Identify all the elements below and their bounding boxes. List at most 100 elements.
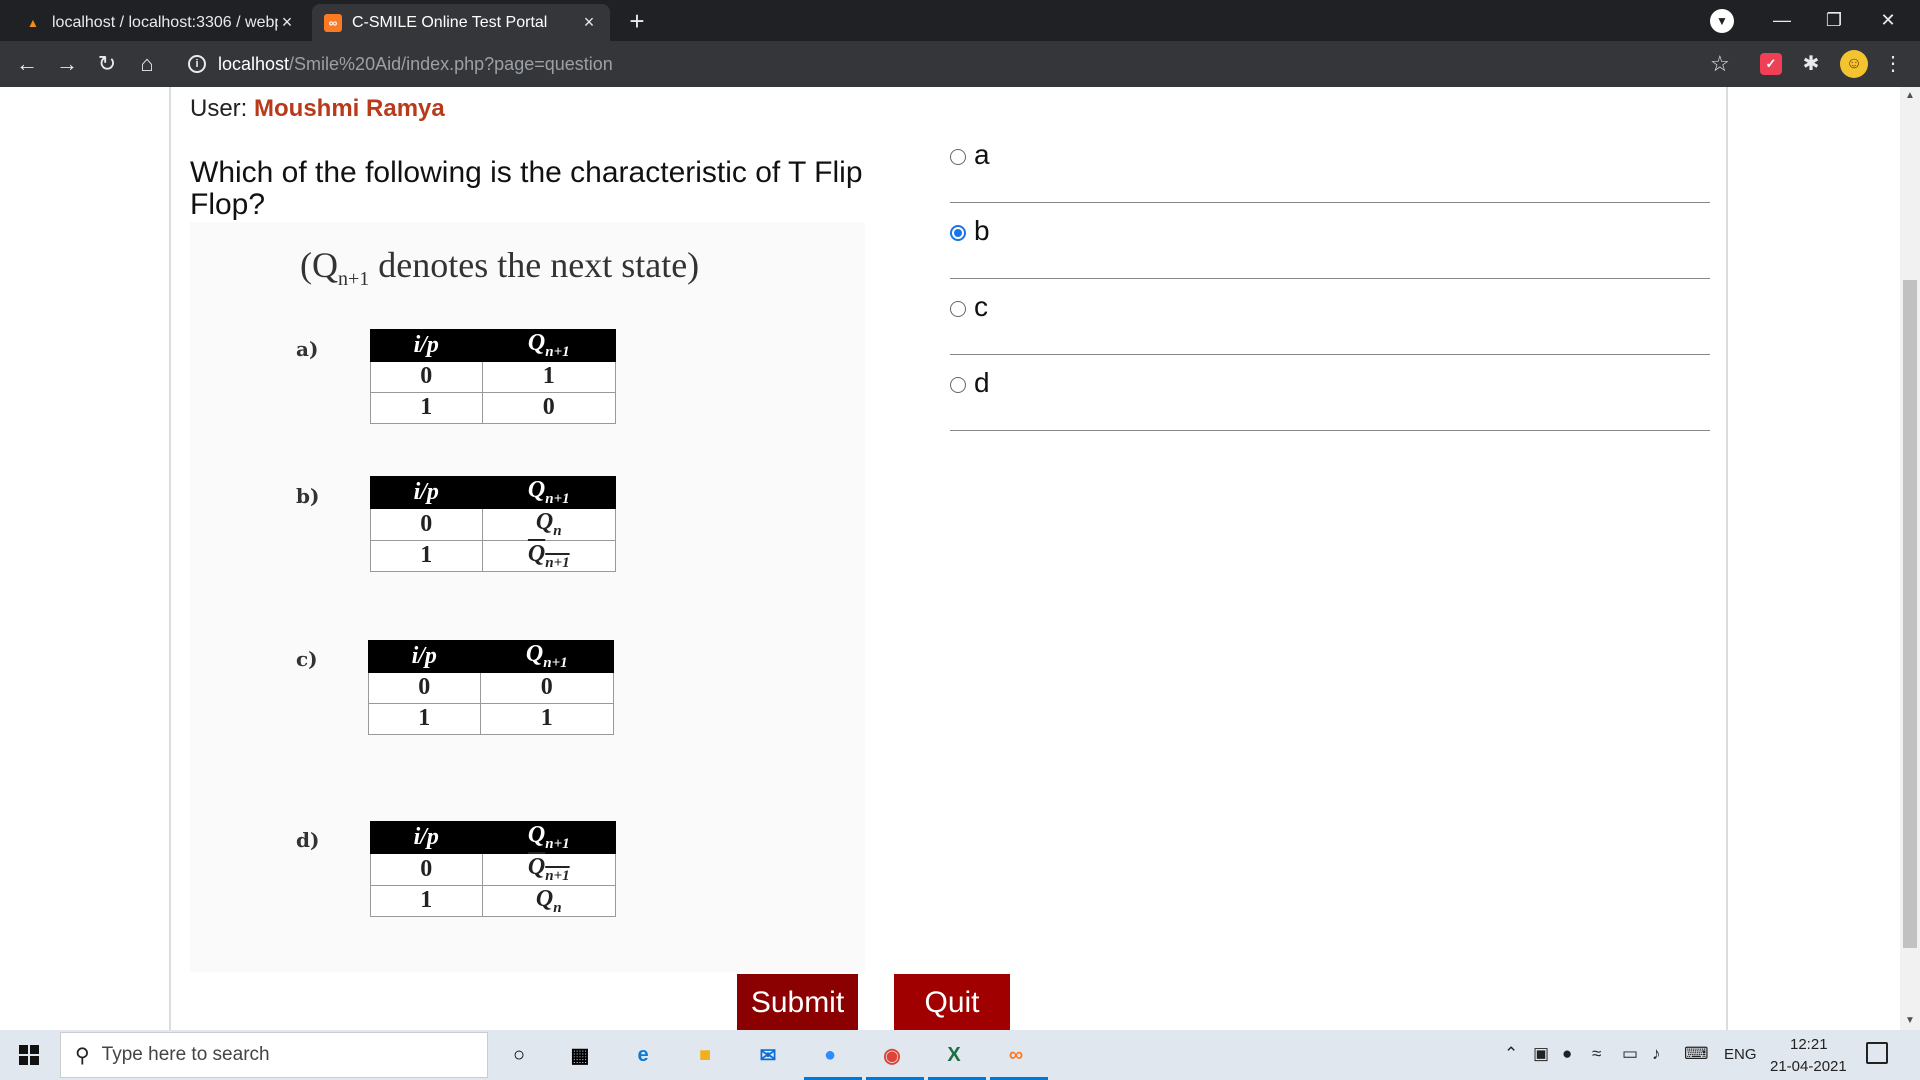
chrome-icon[interactable]: ◉: [875, 1038, 909, 1072]
table-cell: Qn+1: [481, 852, 617, 886]
tab-phpmyadmin[interactable]: ▲ localhost / localhost:3306 / webp ×: [12, 4, 308, 41]
note-subscript: n+1: [338, 268, 370, 291]
start-button[interactable]: [0, 1030, 58, 1080]
restore-button[interactable]: ❐: [1808, 0, 1860, 41]
tray-chevron-icon[interactable]: ⌃: [1504, 1044, 1518, 1064]
scrollbar-thumb[interactable]: [1903, 280, 1917, 948]
notification-icon[interactable]: [1866, 1042, 1888, 1064]
battery-icon[interactable]: ▭: [1622, 1044, 1638, 1064]
phpmyadmin-icon: ▲: [27, 15, 39, 30]
menu-kebab-icon[interactable]: ⋮: [1882, 53, 1904, 75]
table-row: 1 0: [370, 391, 617, 424]
table-header-next-state: Qn+1: [481, 821, 617, 854]
excel-icon[interactable]: X: [937, 1038, 971, 1072]
file-explorer-icon[interactable]: ■: [688, 1038, 722, 1072]
truth-table-c: i/p Qn+1 0 0 1 1: [368, 640, 615, 735]
table-header-next-state: Qn+1: [479, 640, 615, 673]
page-scrollbar[interactable]: ▲ ▼: [1900, 87, 1920, 1030]
language-indicator[interactable]: ENG: [1724, 1046, 1757, 1063]
home-icon[interactable]: ⌂: [132, 49, 162, 79]
edge-icon[interactable]: e: [626, 1038, 660, 1072]
mail-icon[interactable]: ✉: [751, 1038, 785, 1072]
table-cell: 1: [481, 360, 617, 393]
extensions-puzzle-icon[interactable]: ✱: [1800, 53, 1822, 75]
table-header-input: i/p: [370, 329, 483, 362]
table-cell: 0: [481, 391, 617, 424]
user-line: User: Moushmi Ramya: [190, 95, 445, 123]
pocket-extension-icon[interactable]: ✓: [1760, 53, 1782, 75]
table-cell: Qn: [481, 884, 617, 918]
truth-table-b: i/p Qn+1 0 Qn 1 Qn+1: [370, 476, 617, 573]
table-row: 1 Qn+1: [370, 539, 617, 573]
windows-taskbar: ⚲ Type here to search ○ ▦ e ■ ✉ ● ◉ X ∞ …: [0, 1030, 1920, 1080]
url-host: localhost: [218, 53, 290, 74]
image-option-label: b): [296, 484, 320, 508]
taskbar-search-box[interactable]: ⚲ Type here to search: [60, 1032, 488, 1078]
table-cell: 1: [368, 702, 481, 735]
table-row: 1 1: [368, 702, 615, 735]
answer-option-c[interactable]: c: [950, 279, 1710, 355]
forward-arrow-icon[interactable]: →: [52, 49, 82, 79]
table-cell: 1: [370, 539, 483, 573]
task-view-icon[interactable]: ▦: [563, 1038, 597, 1072]
tab-title: localhost / localhost:3306 / webp: [52, 13, 278, 31]
note-text: denotes the next state): [378, 245, 700, 285]
address-bar[interactable]: i localhost /Smile%20Aid/index.php?page=…: [180, 47, 1740, 81]
answer-option-d[interactable]: d: [950, 355, 1710, 431]
xampp-icon: ∞: [324, 13, 342, 32]
close-icon[interactable]: ×: [580, 12, 598, 33]
table-header-input: i/p: [368, 640, 481, 673]
microphone-icon[interactable]: ●: [1562, 1044, 1572, 1064]
scroll-up-icon[interactable]: ▲: [1900, 87, 1920, 105]
table-cell: 0: [370, 852, 483, 886]
keyboard-icon[interactable]: ⌨: [1684, 1044, 1709, 1064]
profile-avatar[interactable]: ☺: [1840, 50, 1868, 78]
answer-option-a[interactable]: a: [950, 127, 1710, 203]
close-window-button[interactable]: ✕: [1862, 0, 1914, 41]
table-header-input: i/p: [370, 821, 483, 854]
clock-time[interactable]: 12:21: [1790, 1036, 1828, 1053]
wifi-icon[interactable]: ≈: [1592, 1044, 1601, 1064]
truth-table-d: i/p Qn+1 0 Qn+1 1 Qn: [370, 821, 617, 918]
browser-tab-strip: ▲ localhost / localhost:3306 / webp × ∞ …: [0, 0, 1920, 41]
windows-logo-icon: [19, 1045, 39, 1065]
radio-button-checked[interactable]: [950, 225, 966, 241]
answer-label: a: [974, 139, 990, 170]
table-cell: 1: [479, 702, 615, 735]
cortana-icon[interactable]: ○: [502, 1038, 536, 1072]
radio-button[interactable]: [950, 377, 966, 393]
clock-date[interactable]: 21-04-2021: [1770, 1058, 1847, 1075]
quit-button[interactable]: Quit: [894, 974, 1010, 1030]
browser-toolbar: ← → ↻ ⌂ i localhost /Smile%20Aid/index.p…: [0, 41, 1920, 87]
answer-label: b: [974, 215, 990, 246]
radio-button[interactable]: [950, 301, 966, 317]
image-option-label: c): [296, 647, 318, 671]
reload-icon[interactable]: ↻: [92, 49, 122, 79]
table-header-input: i/p: [370, 476, 483, 509]
back-arrow-icon[interactable]: ←: [12, 49, 42, 79]
image-option-label: a): [296, 337, 319, 361]
table-cell: Qn+1: [481, 539, 617, 573]
user-name: Moushmi Ramya: [254, 95, 445, 122]
radio-button[interactable]: [950, 149, 966, 165]
next-state-note: (Qn+1 denotes the next state): [300, 244, 699, 291]
panel-divider: [1726, 87, 1728, 1030]
zoom-icon[interactable]: ●: [813, 1038, 847, 1072]
submit-button[interactable]: Submit: [737, 974, 858, 1030]
minimize-button[interactable]: —: [1756, 0, 1808, 41]
meet-now-icon[interactable]: ▣: [1533, 1044, 1549, 1064]
scroll-down-icon[interactable]: ▼: [1900, 1012, 1920, 1030]
answer-label: d: [974, 367, 990, 398]
table-row: 0 Qn+1: [370, 852, 617, 886]
new-tab-button[interactable]: +: [622, 6, 652, 36]
xampp-icon[interactable]: ∞: [999, 1038, 1033, 1072]
close-icon[interactable]: ×: [278, 12, 296, 33]
table-cell: 0: [479, 671, 615, 704]
info-icon[interactable]: i: [188, 55, 206, 73]
table-row: 0 Qn: [370, 507, 617, 541]
answer-option-b[interactable]: b: [950, 203, 1710, 279]
volume-icon[interactable]: ♪: [1652, 1044, 1661, 1064]
download-icon[interactable]: ▼: [1710, 9, 1734, 33]
bookmark-star-icon[interactable]: ☆: [1710, 49, 1730, 79]
tab-csmile[interactable]: ∞ C-SMILE Online Test Portal ×: [312, 4, 610, 41]
